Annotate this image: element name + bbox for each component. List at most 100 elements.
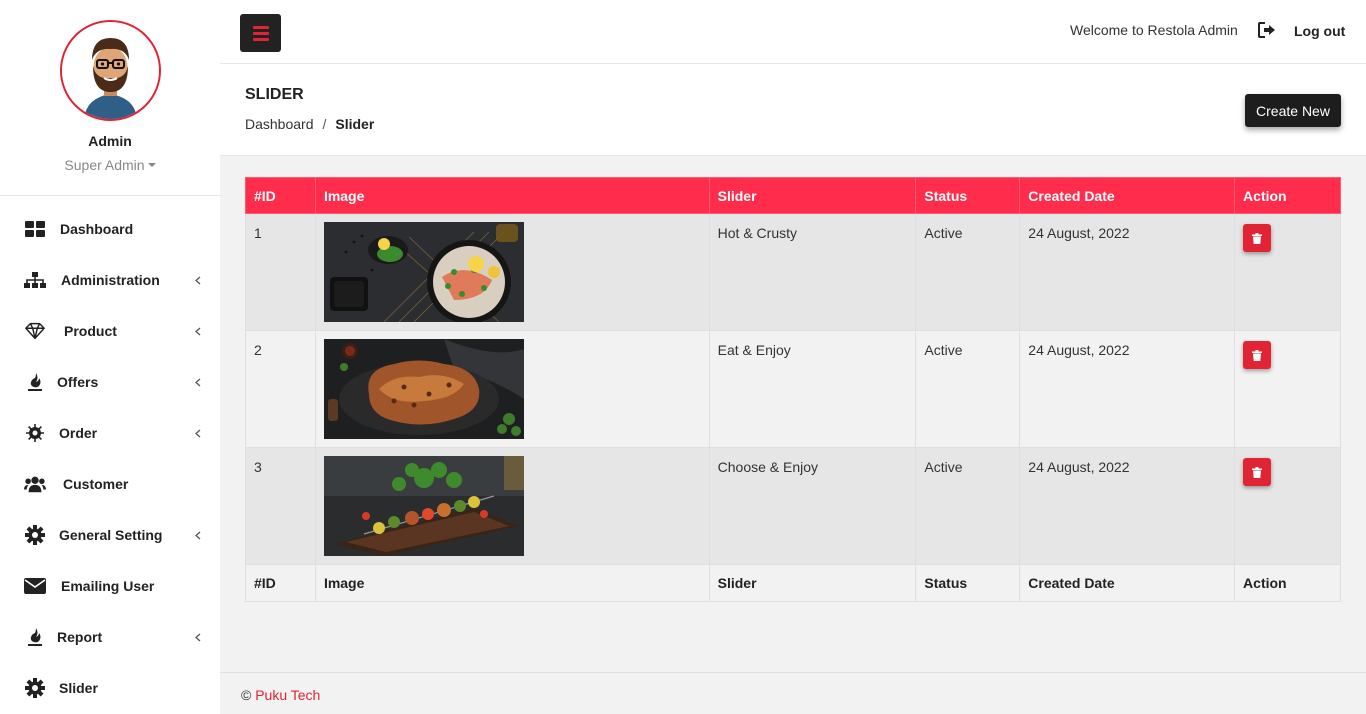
sidebar-item-label: Customer	[63, 476, 129, 492]
trash-icon	[1252, 349, 1263, 361]
fire-icon	[24, 626, 46, 648]
breadcrumb-current: Slider	[335, 116, 375, 132]
sidebar-item-label: Emailing User	[61, 578, 155, 594]
cell-image	[314, 330, 710, 448]
envelope-icon	[24, 575, 46, 597]
create-new-button[interactable]: Create New	[1245, 94, 1341, 127]
sign-out-icon[interactable]	[1258, 22, 1276, 38]
cell-image	[314, 213, 710, 331]
slider-table: #ID Image Slider Status Created Date Act…	[245, 177, 1341, 602]
profile-role: Super Admin	[64, 157, 145, 173]
chevron-left-icon	[193, 376, 203, 388]
delete-button[interactable]	[1243, 341, 1272, 369]
table-row: 1 Hot & Crusty Active 24 August, 2022	[245, 213, 1341, 331]
slider-table-container: #ID Image Slider Status Created Date Act…	[245, 177, 1341, 602]
cell-status: Active	[915, 213, 1021, 331]
sidebar-item-slider[interactable]: Slider	[0, 673, 220, 703]
sidebar-item-offers[interactable]: Offers	[0, 367, 220, 397]
gear-icon	[24, 524, 46, 546]
page-title: SLIDER	[245, 86, 304, 103]
company-link[interactable]: Puku Tech	[255, 687, 320, 703]
cell-id: 2	[245, 330, 316, 448]
cell-slider: Choose & Enjoy	[708, 447, 917, 565]
hamburger-line	[252, 37, 269, 41]
trash-icon	[1252, 466, 1263, 478]
column-header-id: #ID	[245, 177, 316, 214]
table-row: 3 Choose & Enjoy Active 24 August, 2022	[245, 447, 1341, 565]
breadcrumb-separator: /	[322, 116, 327, 132]
breadcrumb: Dashboard / Slider	[245, 116, 374, 132]
sidebar-item-label: Report	[57, 629, 103, 645]
footer: © Puku Tech	[220, 672, 1366, 714]
chevron-left-icon	[193, 274, 203, 286]
sidebar-item-label: General Setting	[59, 527, 163, 543]
hamburger-icon	[252, 25, 269, 29]
table-footer-row: #ID Image Slider Status Created Date Act…	[245, 564, 1341, 602]
users-icon	[24, 473, 46, 495]
menu-toggle-button[interactable]	[240, 14, 281, 52]
column-footer-action: Action	[1234, 564, 1341, 602]
sidebar-item-general-setting[interactable]: General Setting	[0, 520, 220, 550]
cell-slider: Hot & Crusty	[708, 213, 917, 331]
sidebar-item-label: Dashboard	[60, 221, 134, 237]
delete-button[interactable]	[1243, 458, 1272, 486]
breadcrumb-home-link[interactable]: Dashboard	[245, 116, 314, 132]
column-header-image: Image	[314, 177, 710, 214]
page-header: SLIDER Dashboard / Slider Create New	[220, 64, 1366, 156]
cell-created-date: 24 August, 2022	[1019, 447, 1236, 565]
column-footer-slider: Slider	[708, 564, 917, 602]
cell-id: 3	[245, 447, 316, 565]
chevron-left-icon	[193, 529, 203, 541]
cell-status: Active	[915, 447, 1021, 565]
column-header-created-date: Created Date	[1019, 177, 1236, 214]
table-row: 2 Eat & Enjoy Active 24 August, 2022	[245, 330, 1341, 448]
avatar	[59, 20, 161, 121]
cell-action	[1234, 213, 1341, 331]
slider-thumbnail	[323, 456, 524, 556]
copyright-text: © Puku Tech	[241, 687, 320, 703]
caret-down-icon	[147, 163, 156, 167]
welcome-text: Welcome to Restola Admin	[1070, 22, 1238, 38]
column-footer-created-date: Created Date	[1019, 564, 1236, 602]
column-header-status: Status	[915, 177, 1021, 214]
sidebar-item-report[interactable]: Report	[0, 622, 220, 652]
chevron-left-icon	[193, 427, 203, 439]
sidebar-item-label: Order	[59, 425, 98, 441]
cell-status: Active	[915, 330, 1021, 448]
sidebar-item-label: Product	[64, 323, 117, 339]
sidebar-item-dashboard[interactable]: Dashboard	[0, 214, 220, 244]
cell-created-date: 24 August, 2022	[1019, 330, 1236, 448]
cell-id: 1	[245, 213, 316, 331]
column-footer-status: Status	[915, 564, 1021, 602]
sitemap-icon	[24, 269, 46, 291]
cell-created-date: 24 August, 2022	[1019, 213, 1236, 331]
chevron-left-icon	[193, 325, 203, 337]
cell-slider: Eat & Enjoy	[708, 330, 917, 448]
sidebar-item-label: Administration	[61, 272, 160, 288]
table-header-row: #ID Image Slider Status Created Date Act…	[245, 177, 1341, 214]
column-footer-image: Image	[314, 564, 710, 602]
sidebar-item-label: Slider	[59, 680, 98, 696]
fire-icon	[24, 371, 46, 393]
sidebar-item-administration[interactable]: Administration	[0, 265, 220, 295]
sidebar-item-label: Offers	[57, 374, 99, 390]
cell-image	[314, 447, 710, 565]
delete-button[interactable]	[1243, 224, 1272, 252]
copyright-symbol: ©	[241, 687, 252, 703]
role-dropdown[interactable]: Super Admin	[64, 157, 156, 173]
logout-link[interactable]: Log out	[1294, 23, 1345, 39]
sidebar: Admin Super Admin Dashboard Administrati…	[0, 0, 220, 714]
profile-panel: Admin Super Admin	[0, 0, 220, 196]
slider-thumbnail	[323, 339, 524, 439]
slider-thumbnail	[323, 222, 524, 322]
chevron-left-icon	[193, 631, 203, 643]
sidebar-item-order[interactable]: Order	[0, 418, 220, 448]
topbar: Welcome to Restola Admin Log out	[220, 0, 1366, 64]
column-footer-id: #ID	[245, 564, 316, 602]
diamond-icon	[24, 320, 46, 342]
dashboard-icon	[24, 218, 46, 240]
order-icon	[24, 422, 46, 444]
sidebar-item-emailing-user[interactable]: Emailing User	[0, 571, 220, 601]
sidebar-item-product[interactable]: Product	[0, 316, 220, 346]
sidebar-item-customer[interactable]: Customer	[0, 469, 220, 499]
